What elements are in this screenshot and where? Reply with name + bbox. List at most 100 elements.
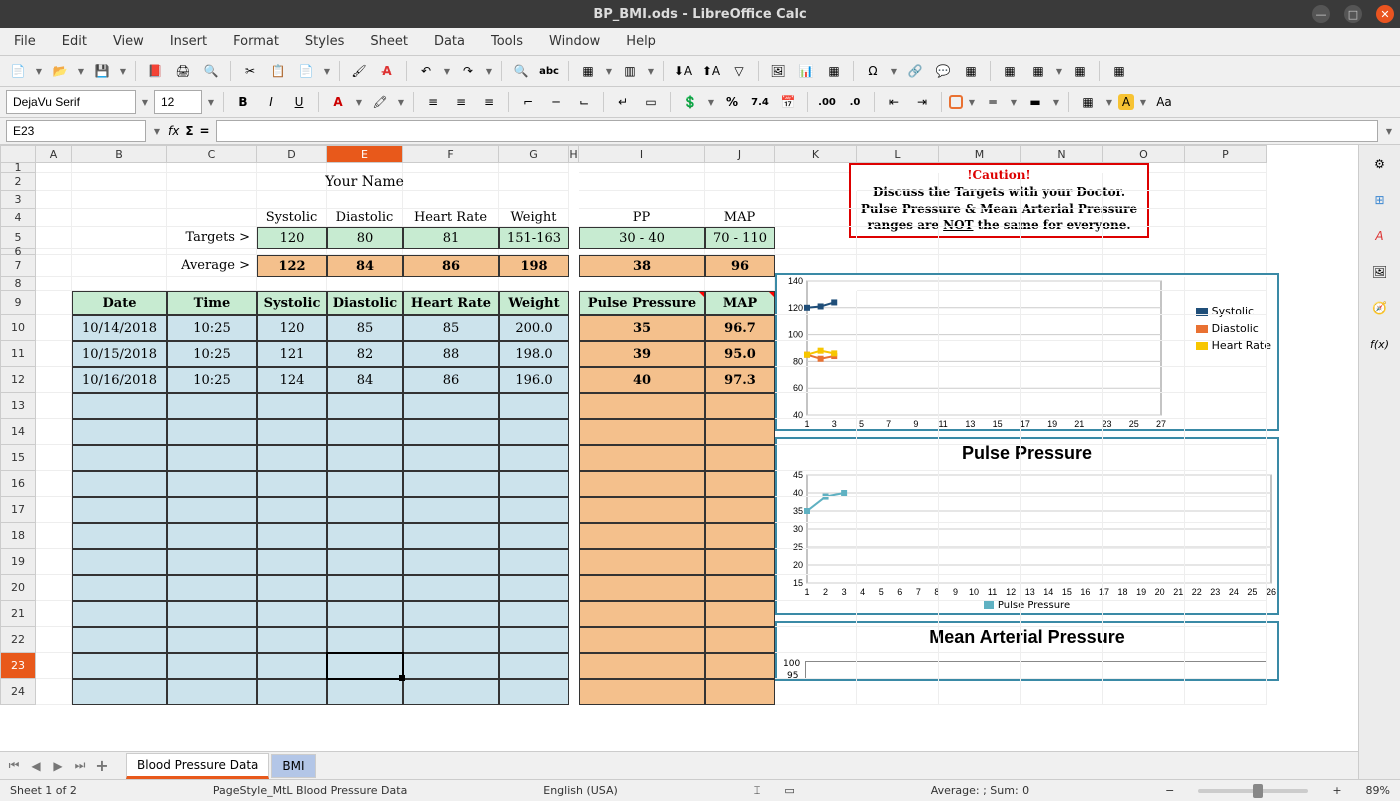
row-header[interactable]: 20 [0, 575, 36, 601]
cell[interactable] [499, 575, 569, 601]
cell[interactable] [775, 393, 857, 419]
menu-edit[interactable]: Edit [58, 32, 91, 51]
cell[interactable]: 70 - 110 [705, 227, 775, 249]
cell[interactable] [1185, 471, 1267, 497]
cell[interactable] [403, 601, 499, 627]
cell[interactable]: 10:25 [167, 315, 257, 341]
cell[interactable] [257, 277, 327, 291]
redo-icon[interactable]: ↷ [456, 59, 480, 83]
row-header[interactable]: 2 [0, 173, 36, 191]
menu-format[interactable]: Format [229, 32, 283, 51]
cell[interactable] [569, 471, 579, 497]
cell[interactable] [327, 471, 403, 497]
cell[interactable] [1185, 549, 1267, 575]
minimize-button[interactable]: — [1312, 5, 1330, 23]
align-middle-icon[interactable]: ─ [544, 90, 568, 114]
cell[interactable] [327, 163, 403, 173]
cell[interactable] [705, 163, 775, 173]
menu-help[interactable]: Help [622, 32, 660, 51]
undo-icon[interactable]: ↶ [414, 59, 438, 83]
cell[interactable] [569, 653, 579, 679]
cell[interactable] [579, 549, 705, 575]
align-top-icon[interactable]: ⌐ [516, 90, 540, 114]
row-header[interactable]: 10 [0, 315, 36, 341]
cell[interactable]: 122 [257, 255, 327, 277]
cell[interactable] [939, 393, 1021, 419]
cell[interactable]: Systolic [257, 209, 327, 227]
cell[interactable]: Pulse Pressure [579, 291, 705, 315]
special-char-icon[interactable]: Ω [861, 59, 885, 83]
cell[interactable]: 10/15/2018 [72, 341, 167, 367]
col-header[interactable]: N [1021, 145, 1103, 163]
cell[interactable] [1103, 627, 1185, 653]
cell[interactable]: 86 [403, 367, 499, 393]
del-decimal-icon[interactable]: .0 [843, 90, 867, 114]
cell[interactable] [1103, 549, 1185, 575]
cell[interactable] [579, 497, 705, 523]
cell[interactable] [72, 471, 167, 497]
zoom-slider[interactable] [1198, 789, 1308, 793]
menu-tools[interactable]: Tools [487, 32, 527, 51]
cell[interactable] [72, 653, 167, 679]
cell[interactable] [403, 393, 499, 419]
cell[interactable] [569, 549, 579, 575]
cell[interactable] [1021, 575, 1103, 601]
cell[interactable] [72, 497, 167, 523]
cell[interactable] [569, 393, 579, 419]
cell[interactable] [36, 523, 72, 549]
cell[interactable] [857, 291, 939, 315]
cell[interactable] [167, 497, 257, 523]
split-icon[interactable]: ▦ [1026, 59, 1050, 83]
cell[interactable] [36, 653, 72, 679]
equals-icon[interactable]: = [200, 124, 210, 138]
cell[interactable]: 198 [499, 255, 569, 277]
cell[interactable] [36, 679, 72, 705]
cell[interactable] [579, 163, 705, 173]
cell[interactable] [36, 419, 72, 445]
col-header[interactable]: P [1185, 145, 1267, 163]
cell[interactable]: 151-163 [499, 227, 569, 249]
cell[interactable] [569, 255, 579, 277]
cell[interactable] [327, 601, 403, 627]
col-header[interactable]: O [1103, 145, 1185, 163]
themes-icon[interactable]: Aa [1152, 90, 1176, 114]
cell[interactable] [36, 575, 72, 601]
cell[interactable] [1185, 341, 1267, 367]
cell[interactable] [72, 679, 167, 705]
cell[interactable] [857, 191, 939, 209]
cell[interactable] [857, 523, 939, 549]
formula-input[interactable] [216, 120, 1378, 142]
cell[interactable] [327, 445, 403, 471]
cell[interactable]: Weight [499, 209, 569, 227]
chart-icon[interactable]: 📊 [794, 59, 818, 83]
cell[interactable] [939, 173, 1021, 191]
cell[interactable] [403, 191, 499, 209]
cell[interactable] [1021, 627, 1103, 653]
cell[interactable] [1185, 575, 1267, 601]
dropdown-icon[interactable]: ▼ [1104, 98, 1114, 107]
menu-data[interactable]: Data [430, 32, 469, 51]
cell[interactable] [257, 575, 327, 601]
cell[interactable] [403, 653, 499, 679]
cell[interactable] [1185, 191, 1267, 209]
cell[interactable] [257, 173, 327, 191]
fx-icon[interactable]: fx [168, 124, 179, 138]
dropdown-icon[interactable]: ▼ [206, 98, 216, 107]
cell[interactable] [939, 523, 1021, 549]
cell[interactable] [579, 191, 705, 209]
print-icon[interactable]: 🖨 [171, 59, 195, 83]
cell[interactable]: Weight [499, 291, 569, 315]
cell[interactable] [705, 627, 775, 653]
cell[interactable] [499, 601, 569, 627]
gallery-icon[interactable]: 🖼 [1369, 261, 1391, 283]
cell[interactable] [705, 601, 775, 627]
cell[interactable] [939, 627, 1021, 653]
cell[interactable] [569, 367, 579, 393]
cell[interactable] [939, 291, 1021, 315]
cell[interactable]: 200.0 [499, 315, 569, 341]
cell[interactable]: 10/14/2018 [72, 315, 167, 341]
col-header[interactable]: L [857, 145, 939, 163]
cell[interactable] [939, 419, 1021, 445]
row-header[interactable]: 9 [0, 291, 36, 315]
cell[interactable] [257, 653, 327, 679]
